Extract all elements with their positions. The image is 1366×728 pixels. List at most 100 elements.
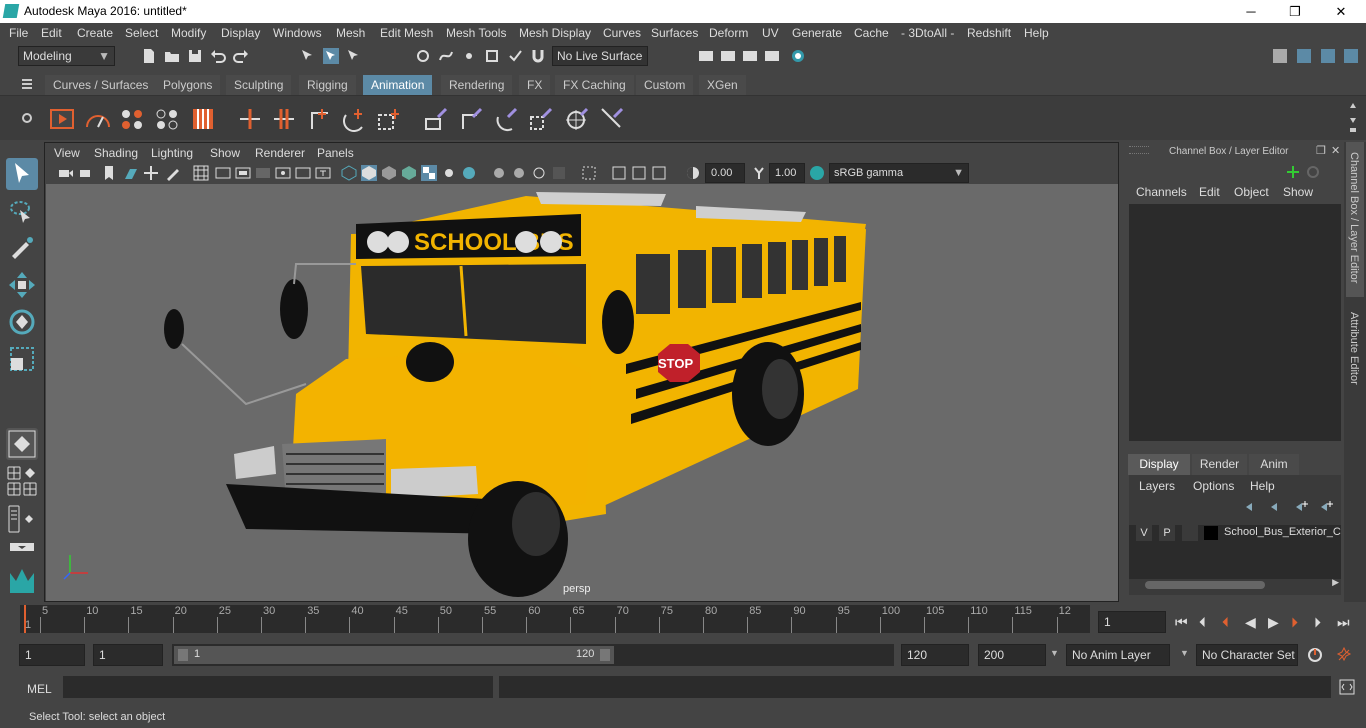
shadows-icon[interactable] — [441, 165, 457, 181]
depth-of-field-icon[interactable] — [531, 165, 547, 181]
make-live-icon[interactable] — [507, 48, 523, 64]
layer-row[interactable]: V P School_Bus_Exterior_C — [1134, 525, 1341, 543]
menu-edit-mesh[interactable]: Edit Mesh — [380, 26, 433, 40]
point-constraint-icon[interactable] — [457, 105, 485, 133]
move-layer-down-icon[interactable] — [1269, 499, 1285, 515]
render-settings-icon[interactable] — [764, 48, 780, 64]
chevron-down-icon[interactable]: ▼ — [1050, 648, 1059, 658]
menu-redshift[interactable]: Redshift — [967, 26, 1011, 40]
pole-vector-constraint-icon[interactable] — [598, 105, 626, 133]
range-end-handle[interactable] — [600, 649, 610, 661]
menu-3dtoall[interactable]: - 3DtoAll - — [901, 26, 954, 40]
toggle-channel-box-icon[interactable] — [1343, 48, 1359, 64]
move-tool-icon[interactable] — [6, 269, 38, 301]
playback-start-field[interactable]: 1 — [93, 644, 163, 666]
menu-deform[interactable]: Deform — [709, 26, 748, 40]
grid-toggle-icon[interactable] — [193, 165, 209, 181]
set-breakdown-icon[interactable] — [270, 105, 298, 133]
textured-icon[interactable] — [401, 165, 417, 181]
four-view-layout-icon[interactable] — [7, 466, 21, 480]
open-scene-icon[interactable] — [164, 48, 180, 64]
lasso-tool-icon[interactable] — [6, 196, 38, 228]
vp-menu-panels[interactable]: Panels — [317, 146, 354, 160]
isolate-select-icon[interactable] — [551, 165, 567, 181]
vp-menu-lighting[interactable]: Lighting — [151, 146, 193, 160]
channel-list[interactable] — [1129, 204, 1341, 441]
layer-tab-render[interactable]: Render — [1192, 454, 1247, 475]
undo-icon[interactable] — [210, 48, 226, 64]
menu-curves[interactable]: Curves — [603, 26, 641, 40]
menu-edit[interactable]: Edit — [41, 26, 62, 40]
shelf-tab-curves-surfaces[interactable]: Curves / Surfaces — [45, 75, 157, 95]
layer-menu-options[interactable]: Options — [1193, 479, 1234, 493]
layer-menu-help[interactable]: Help — [1250, 479, 1275, 493]
animation-preferences-icon[interactable] — [1336, 647, 1352, 663]
move-key-icon[interactable] — [306, 105, 334, 133]
new-layer-from-selection-icon[interactable] — [1319, 499, 1335, 515]
render-current-frame-icon[interactable] — [720, 48, 736, 64]
dope-sheet-icon[interactable] — [119, 105, 147, 133]
snap-to-view-plane-icon[interactable] — [484, 48, 500, 64]
film-gate-icon[interactable] — [215, 165, 231, 181]
workspace-layout-icon[interactable] — [1272, 48, 1288, 64]
scroll-right-icon[interactable]: ▶ — [1332, 577, 1339, 588]
rotate-key-icon[interactable] — [340, 105, 368, 133]
restore-button[interactable]: ❐ — [1272, 0, 1318, 23]
menu-surfaces[interactable]: Surfaces — [651, 26, 698, 40]
go-to-end-icon[interactable]: ⏭ — [1337, 614, 1350, 631]
shelf-tab-polygons[interactable]: Polygons — [155, 75, 221, 95]
3d-scene-view[interactable]: SCHOOL BUS STOP persp — [46, 184, 1118, 601]
gamma-icon[interactable] — [751, 165, 767, 181]
shelf-tab-rendering[interactable]: Rendering — [441, 75, 513, 95]
snap-to-point-icon[interactable] — [461, 48, 477, 64]
go-to-start-icon[interactable]: ⏮ — [1175, 614, 1188, 631]
snap-to-grid-icon[interactable] — [415, 48, 431, 64]
menu-file[interactable]: File — [9, 26, 28, 40]
wireframe-on-shaded-icon[interactable] — [381, 165, 397, 181]
new-scene-icon[interactable] — [141, 48, 157, 64]
menu-cache[interactable]: Cache — [854, 26, 889, 40]
scrollbar-thumb[interactable] — [1145, 581, 1265, 589]
render-view-icon[interactable] — [698, 48, 714, 64]
float-panel-icon[interactable]: ❐ — [1316, 144, 1326, 157]
outliner-layout-icon[interactable] — [8, 505, 20, 533]
minimize-button[interactable]: ─ — [1228, 0, 1274, 23]
scale-tool-icon[interactable] — [6, 343, 38, 375]
layer-tab-anim[interactable]: Anim — [1249, 454, 1299, 475]
menu-uv[interactable]: UV — [762, 26, 779, 40]
time-editor-icon[interactable] — [189, 105, 217, 133]
command-input[interactable] — [63, 676, 493, 698]
script-editor-icon[interactable] — [1339, 679, 1355, 695]
cb-menu-object[interactable]: Object — [1234, 185, 1269, 199]
save-scene-icon[interactable] — [187, 48, 203, 64]
ipr-render-icon[interactable] — [742, 48, 758, 64]
toggle-outliner-icon[interactable] — [1296, 48, 1312, 64]
shelf-tab-fx-caching[interactable]: FX Caching — [555, 75, 634, 95]
menu-mesh-display[interactable]: Mesh Display — [519, 26, 591, 40]
move-layer-up-icon[interactable] — [1244, 499, 1260, 515]
xray-joints-icon[interactable] — [611, 165, 627, 181]
shelf-tab-sculpting[interactable]: Sculpting — [226, 75, 292, 95]
menu-create[interactable]: Create — [77, 26, 113, 40]
play-backwards-icon[interactable]: ◀ — [1245, 614, 1256, 631]
menu-display[interactable]: Display — [221, 26, 260, 40]
menu-mesh[interactable]: Mesh — [336, 26, 365, 40]
playback-end-field[interactable]: 120 — [901, 644, 969, 666]
shelf-scroll-icon[interactable] — [1348, 100, 1358, 136]
scale-constraint-icon[interactable] — [527, 105, 555, 133]
camera-attributes-icon[interactable] — [79, 165, 95, 181]
redo-icon[interactable] — [233, 48, 249, 64]
side-tab-channel-box[interactable]: Channel Box / Layer Editor — [1348, 152, 1360, 283]
anim-layer-dropdown[interactable]: No Anim Layer — [1066, 644, 1170, 666]
safe-action-icon[interactable] — [295, 165, 311, 181]
range-slider-bar[interactable]: 1 120 — [174, 646, 614, 664]
shelf-tab-fx[interactable]: FX — [519, 75, 551, 95]
scale-key-icon[interactable] — [375, 105, 403, 133]
2d-pan-zoom-icon[interactable] — [143, 165, 159, 181]
live-surface-field[interactable]: No Live Surface — [552, 46, 648, 66]
parent-constraint-icon[interactable] — [422, 105, 450, 133]
time-ruler[interactable]: 1 5 10 15 20 25 30 35 40 45 50 55 60 65 70 75 80 85 90 95 1… — [20, 605, 1090, 633]
panel-drag-handle[interactable] — [1129, 146, 1149, 154]
side-tab-attribute-editor[interactable]: Attribute Editor — [1348, 312, 1360, 385]
select-by-component-icon[interactable] — [346, 48, 362, 64]
